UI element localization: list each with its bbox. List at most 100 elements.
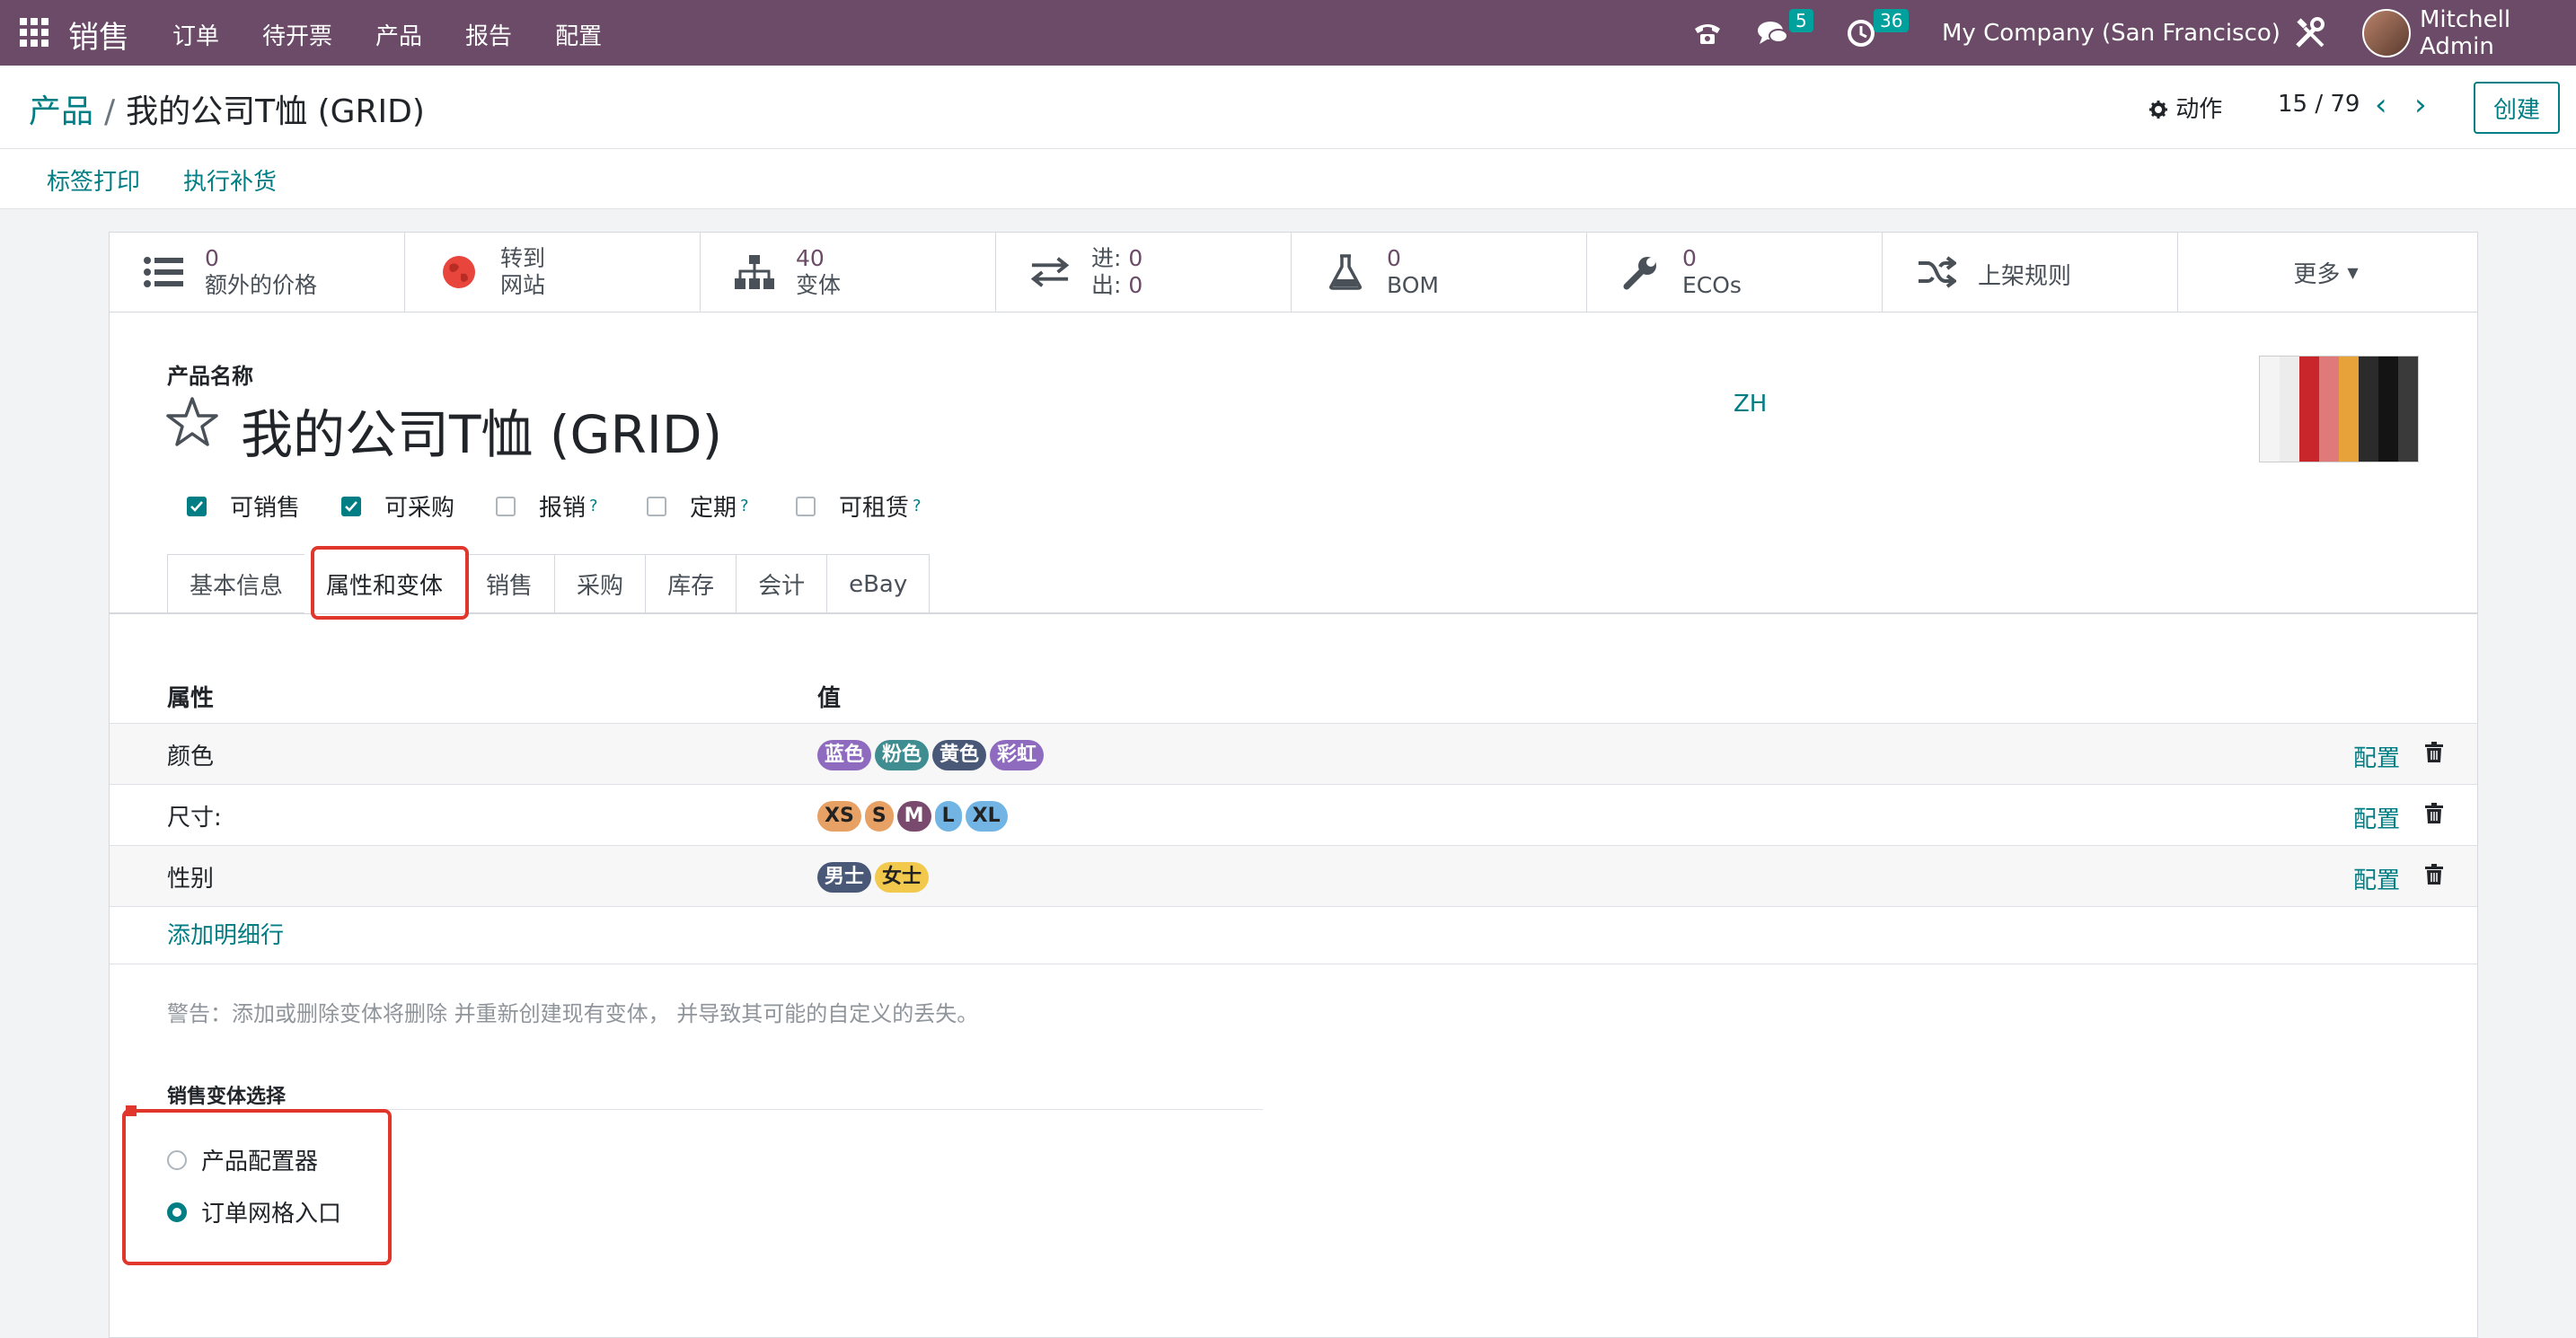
pager-value[interactable]: 15 / 79 [2278,91,2360,118]
variants-label: 变体 [796,272,842,298]
recurring-help-icon[interactable]: ? [740,497,749,515]
extra-prices-button[interactable]: 0 额外的价格 [110,233,405,312]
tab-purchase[interactable]: 采购 [554,554,647,613]
list-icon [144,252,183,292]
replenish-button[interactable]: 执行补货 [183,163,277,197]
recurring-option[interactable]: 定期? [647,489,749,523]
value-tag: 粉色 [875,740,930,770]
in-value: 0 [1128,245,1143,271]
actions-dropdown[interactable]: 动作 [2148,91,2222,124]
more-dropdown[interactable]: 更多 ▼ [2178,233,2474,312]
can-be-sold-option[interactable]: 可销售 [187,489,300,523]
configure-button[interactable]: 配置 [2353,801,2400,834]
apps-grid-icon[interactable] [20,18,49,47]
trash-icon[interactable] [2425,864,2443,889]
recurring-checkbox[interactable] [647,496,666,516]
value-tag: XS [817,801,861,832]
can-be-purchased-checkbox[interactable] [341,496,361,516]
bom-button[interactable]: 0 BOM [1292,233,1587,312]
pager-next-icon[interactable]: › [2414,87,2427,123]
activities-clock-icon[interactable] [1847,0,1875,66]
expense-help-icon[interactable]: ? [589,497,598,515]
tab-general-info[interactable]: 基本信息 [167,554,306,613]
can-be-sold-checkbox[interactable] [187,496,207,516]
product-name-field[interactable]: 我的公司T恤 (GRID) [241,392,722,468]
ecos-button[interactable]: 0 ECOs [1587,233,1883,312]
value-tag: 黄色 [932,740,987,770]
sitemap-icon [735,252,774,292]
print-labels-button[interactable]: 标签打印 [47,163,140,197]
variants-count: 40 [796,245,825,271]
value-tag: 女士 [875,862,930,893]
rentable-checkbox[interactable] [796,496,816,516]
menu-item-reporting[interactable]: 报告 [465,18,512,51]
expense-option[interactable]: 报销? [496,489,598,523]
out-value: 0 [1128,272,1143,298]
expense-checkbox[interactable] [496,496,516,516]
create-button[interactable]: 创建 [2474,82,2560,134]
menu-item-configuration[interactable]: 配置 [555,18,602,51]
variants-button[interactable]: 40 变体 [701,233,996,312]
go-to-website-button[interactable]: 转到 网站 [405,233,701,312]
out-label: 出: [1091,272,1122,298]
rentable-option[interactable]: 可租赁? [796,489,922,523]
form-sheet: 0 额外的价格 转到 网站 40 变体 进: 0 出: 0 0 BOM 0 EC… [109,232,2478,1338]
menu-item-orders[interactable]: 订单 [172,18,219,51]
expense-label: 报销 [539,495,587,522]
translation-language-button[interactable]: ZH [1734,391,1767,418]
messages-icon[interactable] [1757,0,1789,66]
user-menu[interactable]: Mitchell Admin [2420,0,2576,66]
value-tag: 男士 [817,862,872,893]
flask-icon [1326,252,1365,292]
can-be-purchased-option[interactable]: 可采购 [341,489,454,523]
add-line-link[interactable]: 添加明细行 [167,917,284,950]
can-be-sold-label: 可销售 [230,495,301,522]
value-tag: L [934,801,962,832]
phone-icon[interactable] [1692,0,1723,66]
variant-warning-text: 警告：添加或删除变体将删除 并重新创建现有变体， 并导致其可能的自定义的丢失。 [167,1001,979,1026]
main-menu: 订单 待开票 产品 报告 配置 [172,18,645,51]
extra-prices-label: 额外的价格 [205,272,318,298]
configure-button[interactable]: 配置 [2353,740,2400,773]
tab-accounting[interactable]: 会计 [736,554,828,613]
extra-prices-value: 0 [205,245,219,271]
app-name[interactable]: 销售 [68,13,129,57]
favorite-star-icon[interactable] [165,396,219,452]
exchange-icon [1030,252,1070,292]
globe-icon [439,252,479,292]
value-tag: S [864,801,894,832]
column-header-attribute: 属性 [167,685,215,712]
messages-badge: 5 [1789,9,1813,32]
in-label: 进: [1091,245,1122,271]
user-avatar[interactable] [2362,0,2411,66]
rentable-help-icon[interactable]: ? [913,497,922,515]
recurring-label: 定期 [690,495,737,522]
configure-button[interactable]: 配置 [2353,862,2400,895]
value-tag: M [896,801,931,832]
tab-inventory[interactable]: 库存 [645,554,737,613]
annotation-highlight-radio [122,1109,392,1265]
website-line2: 网站 [500,272,546,298]
debug-tools-icon[interactable] [2294,0,2326,66]
product-image[interactable] [2259,356,2419,462]
attribute-values: 蓝色 粉色 黄色 彩虹 [817,740,1045,770]
in-out-button[interactable]: 进: 0 出: 0 [996,233,1292,312]
pager-previous-icon[interactable]: ‹ [2375,87,2387,123]
gear-icon [2149,101,2167,119]
putaway-rules-button[interactable]: 上架规则 [1883,233,2178,312]
trash-icon[interactable] [2425,803,2443,828]
breadcrumb-products-link[interactable]: 产品 [29,93,93,130]
menu-item-products[interactable]: 产品 [375,18,422,51]
tab-sales[interactable]: 销售 [463,554,556,613]
breadcrumb-current: 我的公司T恤 (GRID) [126,93,425,130]
attribute-row[interactable]: 颜色 蓝色 粉色 黄色 彩虹 配置 [110,723,2477,785]
row-divider [110,906,2477,908]
more-label: 更多 [2293,260,2341,288]
trash-icon[interactable] [2425,742,2443,767]
menu-item-to-invoice[interactable]: 待开票 [262,18,332,51]
attribute-row[interactable]: 性别 男士 女士 配置 [110,845,2477,907]
tab-ebay[interactable]: eBay [826,554,931,613]
attribute-row[interactable]: 尺寸: XS S M L XL 配置 [110,784,2477,846]
company-switcher[interactable]: My Company (San Francisco) [1942,0,2280,66]
annotation-highlight-tab [311,546,469,620]
